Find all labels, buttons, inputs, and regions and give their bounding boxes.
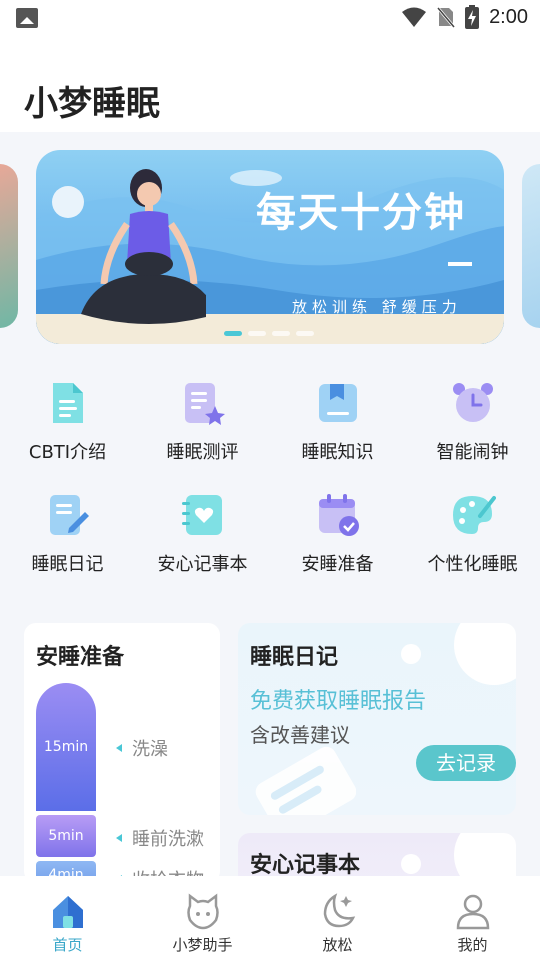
carousel-indicator bbox=[224, 331, 314, 336]
carousel-dot bbox=[296, 331, 314, 336]
user-icon bbox=[454, 892, 492, 930]
tab-label: 小梦助手 bbox=[172, 936, 233, 954]
app-header: 小梦睡眠 bbox=[0, 36, 540, 132]
bottom-tab-bar: 首页 小梦助手 放松 我的 bbox=[0, 876, 540, 960]
feature-label: 安睡准备 bbox=[301, 554, 374, 575]
tab-profile[interactable]: 我的 bbox=[405, 892, 540, 955]
yoga-figure-illustration bbox=[81, 169, 206, 324]
diary-pen-icon bbox=[45, 492, 91, 538]
alarm-clock-icon bbox=[450, 380, 496, 426]
sleep-diary-card[interactable]: 睡眠日记 免费获取睡眠报告 含改善建议 去记录 bbox=[238, 623, 516, 815]
notebook-illustration bbox=[255, 746, 356, 815]
feature-label: 睡眠测评 bbox=[166, 442, 239, 463]
card-title: 安睡准备 bbox=[36, 645, 125, 670]
feature-personalized-sleep[interactable]: 个性化睡眠 bbox=[405, 492, 540, 576]
cat-assistant-icon bbox=[184, 892, 222, 930]
prep-step-label: 睡前洗漱 bbox=[132, 829, 204, 850]
feature-sleep-diary[interactable]: 睡眠日记 bbox=[0, 492, 135, 576]
decorative-circle bbox=[401, 854, 421, 874]
feature-label: 睡眠日记 bbox=[31, 554, 104, 575]
no-sim-icon bbox=[437, 7, 456, 28]
carousel-dot bbox=[248, 331, 266, 336]
feature-sleep-prep[interactable]: 安睡准备 bbox=[270, 492, 405, 576]
tab-label: 首页 bbox=[52, 936, 83, 954]
feature-label: 睡眠知识 bbox=[301, 442, 374, 463]
evaluation-icon bbox=[180, 380, 226, 426]
decorative-circle bbox=[401, 644, 421, 664]
prep-step: 洗澡 bbox=[116, 735, 168, 761]
feature-sleep-knowledge[interactable]: 睡眠知识 bbox=[270, 380, 405, 464]
tab-label: 放松 bbox=[322, 936, 353, 954]
photo-icon bbox=[16, 8, 38, 28]
document-icon bbox=[45, 380, 91, 426]
notebook-heart-icon bbox=[180, 492, 226, 538]
banner-subtitle: 放松训练 舒缓压力 bbox=[292, 298, 462, 316]
battery-charging-icon bbox=[465, 5, 480, 29]
banner-carousel[interactable]: 每天十分钟 放松训练 舒缓压力 bbox=[0, 132, 540, 358]
decorative-circle bbox=[454, 623, 516, 685]
tab-home[interactable]: 首页 bbox=[0, 892, 135, 955]
feature-label: 个性化睡眠 bbox=[427, 554, 518, 575]
card-title: 睡眠日记 bbox=[250, 645, 339, 670]
feature-peace-notebook[interactable]: 安心记事本 bbox=[135, 492, 270, 576]
palette-icon bbox=[450, 492, 496, 538]
carousel-dot bbox=[224, 331, 242, 336]
banner-prev-card[interactable] bbox=[0, 164, 18, 328]
step-marker-icon bbox=[116, 744, 122, 752]
status-bar: 2:00 bbox=[0, 0, 540, 36]
feature-cbti-intro[interactable]: CBTI介绍 bbox=[0, 380, 135, 464]
feature-label: 安心记事本 bbox=[157, 554, 248, 575]
calendar-check-icon bbox=[315, 492, 361, 538]
feature-label: CBTI介绍 bbox=[28, 442, 107, 463]
go-record-button[interactable]: 去记录 bbox=[416, 745, 516, 781]
banner-dash bbox=[448, 262, 472, 266]
feature-smart-alarm[interactable]: 智能闹钟 bbox=[405, 380, 540, 464]
wifi-icon bbox=[402, 7, 427, 27]
home-icon bbox=[49, 892, 87, 930]
tab-assistant[interactable]: 小梦助手 bbox=[135, 892, 270, 955]
page-title: 小梦睡眠 bbox=[24, 84, 160, 124]
sleep-prep-card[interactable]: 安睡准备 15min 5min 4min 洗澡 睡前洗漱 收拾衣物 bbox=[24, 623, 220, 883]
feature-sleep-evaluation[interactable]: 睡眠测评 bbox=[135, 380, 270, 464]
feature-label: 智能闹钟 bbox=[436, 442, 509, 463]
clock-time: 2:00 bbox=[489, 5, 528, 28]
banner-headline: 每天十分钟 bbox=[256, 190, 466, 236]
card-title: 安心记事本 bbox=[250, 853, 361, 878]
prep-duration-bar: 15min bbox=[36, 683, 96, 811]
diary-description: 含改善建议 bbox=[250, 723, 350, 747]
step-marker-icon bbox=[116, 834, 122, 842]
system-icons: 2:00 bbox=[401, 5, 528, 29]
bookmark-book-icon bbox=[315, 380, 361, 426]
prep-step: 睡前洗漱 bbox=[116, 825, 204, 851]
tab-relax[interactable]: 放松 bbox=[270, 892, 405, 955]
prep-duration-bar: 5min bbox=[36, 815, 96, 857]
diary-highlight: 免费获取睡眠报告 bbox=[250, 689, 427, 714]
banner-next-card[interactable] bbox=[522, 164, 540, 328]
carousel-dot bbox=[272, 331, 290, 336]
prep-step-label: 洗澡 bbox=[132, 739, 168, 760]
banner-slide[interactable]: 每天十分钟 放松训练 舒缓压力 bbox=[36, 150, 504, 344]
tab-label: 我的 bbox=[457, 936, 488, 954]
moon-star-icon bbox=[319, 892, 357, 930]
